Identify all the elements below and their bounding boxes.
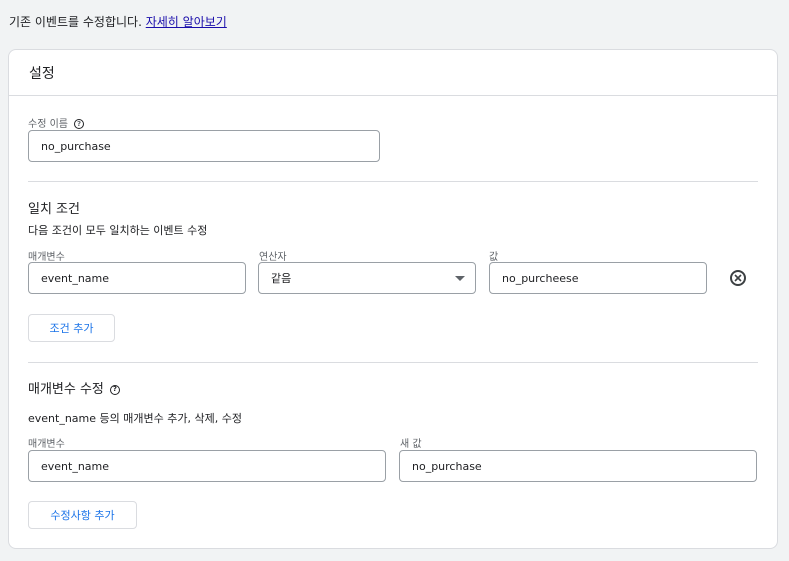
learn-more-link[interactable]: 자세히 알아보기 [146,15,227,29]
matching-conditions-description: 다음 조건이 모두 일치하는 이벤트 수정 [28,224,208,237]
parameter-modification-title-text: 매개변수 수정 [28,382,104,397]
help-icon[interactable]: ? [73,119,84,129]
card-header: 설정 [9,50,777,96]
intro-description: 기존 이벤트를 수정합니다. [9,15,142,29]
card-title: 설정 [29,65,55,82]
condition-parameter-value: event_name [41,271,110,285]
remove-circle-icon[interactable] [730,270,746,286]
modification-name-label: 수정 이름? [28,115,84,130]
modification-new-value-input[interactable]: no_purchase [399,450,757,482]
parameter-header: 매개변수 [28,439,65,450]
modification-new-value-value: no_purchase [412,459,482,473]
condition-value-input[interactable]: no_purcheese [489,262,707,294]
parameter-modification-title: 매개변수 수정? [28,378,120,397]
add-modification-button[interactable]: 수정사항 추가 [28,501,137,529]
modification-name-input[interactable]: no_purchase [28,130,380,162]
help-icon[interactable]: ? [109,384,120,395]
divider [28,362,758,363]
condition-operator-value: 같음 [271,272,292,285]
modification-parameter-value: event_name [41,459,110,473]
condition-parameter-input[interactable]: event_name [28,262,246,294]
parameter-modification-description: event_name 등의 매개변수 추가, 삭제, 수정 [28,412,242,425]
operator-header: 연산자 [259,252,287,263]
settings-card: 설정 수정 이름? no_purchase 일치 조건 다음 조건이 모두 일치… [8,49,778,549]
condition-operator-select[interactable]: 같음 [258,262,476,294]
condition-value-value: no_purcheese [502,271,579,285]
close-icon [734,274,742,282]
matching-conditions-title: 일치 조건 [28,202,80,217]
dropdown-arrow-icon [455,276,465,281]
value-header: 값 [489,252,499,263]
parameter-header: 매개변수 [28,252,65,263]
modification-name-value: no_purchase [41,139,111,153]
modification-parameter-input[interactable]: event_name [28,450,386,482]
new-value-header: 새 값 [400,439,422,450]
intro-text: 기존 이벤트를 수정합니다. 자세히 알아보기 [9,13,227,30]
divider [28,181,758,182]
modification-name-label-text: 수정 이름 [28,119,68,130]
add-condition-button[interactable]: 조건 추가 [28,314,115,342]
